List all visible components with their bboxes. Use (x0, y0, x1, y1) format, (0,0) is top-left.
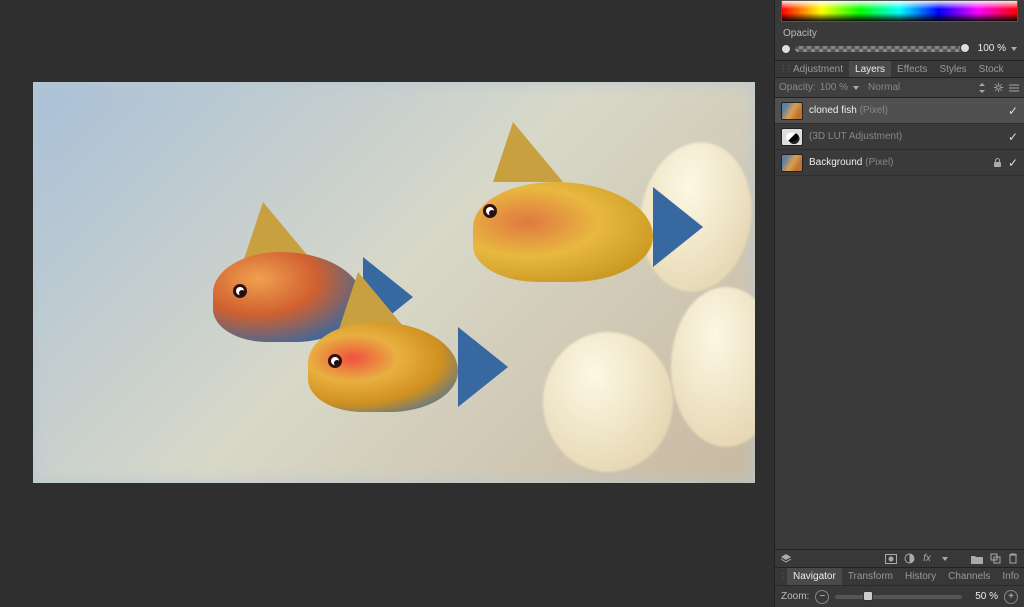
fx-dropdown-icon[interactable] (938, 552, 952, 566)
zoom-out-button[interactable]: − (815, 590, 829, 604)
lock-icon[interactable] (993, 158, 1002, 168)
layer-row[interactable]: (3D LUT Adjustment) ✓ (775, 124, 1024, 150)
tab-channels[interactable]: Channels (942, 568, 996, 585)
tab-info[interactable]: Info (996, 568, 1024, 585)
layer-options-bar: Opacity: 100 % Normal (775, 78, 1024, 98)
opacity-start-knob[interactable] (781, 44, 791, 54)
zoom-slider-handle[interactable] (863, 591, 873, 601)
tab-effects[interactable]: Effects (891, 61, 933, 77)
layer-name[interactable]: (3D LUT Adjustment) (809, 131, 902, 142)
tab-adjustment[interactable]: Adjustment (787, 61, 849, 77)
navigator-zoom-bar: Zoom: − 50 % + (775, 585, 1024, 607)
fish-figure (258, 272, 518, 442)
opacity-slider-handle[interactable] (960, 43, 970, 53)
merge-icon[interactable] (988, 552, 1002, 566)
adjustment-icon[interactable] (902, 552, 916, 566)
group-folder-icon[interactable] (970, 552, 984, 566)
panel-grip-icon[interactable]: ⋮⋮ (779, 67, 787, 71)
color-spectrum-picker[interactable] (781, 0, 1018, 22)
layer-stack-icon[interactable] (779, 552, 793, 566)
tab-styles[interactable]: Styles (933, 61, 972, 77)
layer-name[interactable]: cloned fish (Pixel) (809, 105, 888, 116)
right-studio-panel: Opacity 100 % ⋮⋮ Adjustment Layers Effec… (774, 0, 1024, 607)
fx-icon[interactable]: fx (920, 552, 934, 566)
opacity-slider[interactable] (795, 46, 968, 52)
zoom-value[interactable]: 50 % (968, 591, 998, 602)
opacity-value[interactable]: 100 % (972, 43, 1006, 54)
panel-menu-icon[interactable] (1008, 82, 1020, 94)
tab-layers[interactable]: Layers (849, 61, 891, 77)
shell-disc (543, 332, 673, 472)
layer-list[interactable]: cloned fish (Pixel) ✓ (3D LUT Adjustment… (775, 98, 1024, 549)
zoom-in-button[interactable]: + (1004, 590, 1018, 604)
layer-opacity-label: Opacity: (779, 82, 816, 93)
tab-stock[interactable]: Stock (973, 61, 1010, 77)
trash-icon[interactable] (1006, 552, 1020, 566)
layer-name[interactable]: Background (Pixel) (809, 157, 894, 168)
mask-icon[interactable] (884, 552, 898, 566)
canvas-workspace[interactable] (0, 0, 774, 607)
visibility-check-icon[interactable]: ✓ (1008, 104, 1018, 118)
navigator-tabs: ⋮⋮ Navigator Transform History Channels … (775, 567, 1024, 585)
layer-thumbnail[interactable] (781, 102, 803, 120)
layer-row[interactable]: Background (Pixel) ✓ (775, 150, 1024, 176)
visibility-check-icon[interactable]: ✓ (1008, 156, 1018, 170)
panel-grip-icon[interactable]: ⋮⋮ (779, 575, 787, 579)
document-canvas[interactable] (33, 82, 755, 483)
layer-opacity-dropdown-icon[interactable] (852, 84, 860, 92)
zoom-label: Zoom: (781, 591, 809, 602)
zoom-slider[interactable] (835, 595, 962, 599)
layer-opacity-value[interactable]: 100 % (820, 82, 848, 93)
blend-mode-stepper-icon[interactable] (976, 82, 988, 94)
tab-history[interactable]: History (899, 568, 942, 585)
layer-footer-bar: fx (775, 549, 1024, 567)
opacity-dropdown-icon[interactable] (1010, 45, 1018, 53)
opacity-label: Opacity (775, 26, 1024, 41)
blend-mode-select[interactable]: Normal (864, 82, 972, 93)
visibility-check-icon[interactable]: ✓ (1008, 130, 1018, 144)
studio-tabs: ⋮⋮ Adjustment Layers Effects Styles Stoc… (775, 60, 1024, 78)
layer-row[interactable]: cloned fish (Pixel) ✓ (775, 98, 1024, 124)
tab-transform[interactable]: Transform (842, 568, 899, 585)
layer-thumbnail[interactable] (781, 128, 803, 146)
layer-settings-gear-icon[interactable] (992, 82, 1004, 94)
layer-thumbnail[interactable] (781, 154, 803, 172)
tab-navigator[interactable]: Navigator (787, 568, 842, 585)
